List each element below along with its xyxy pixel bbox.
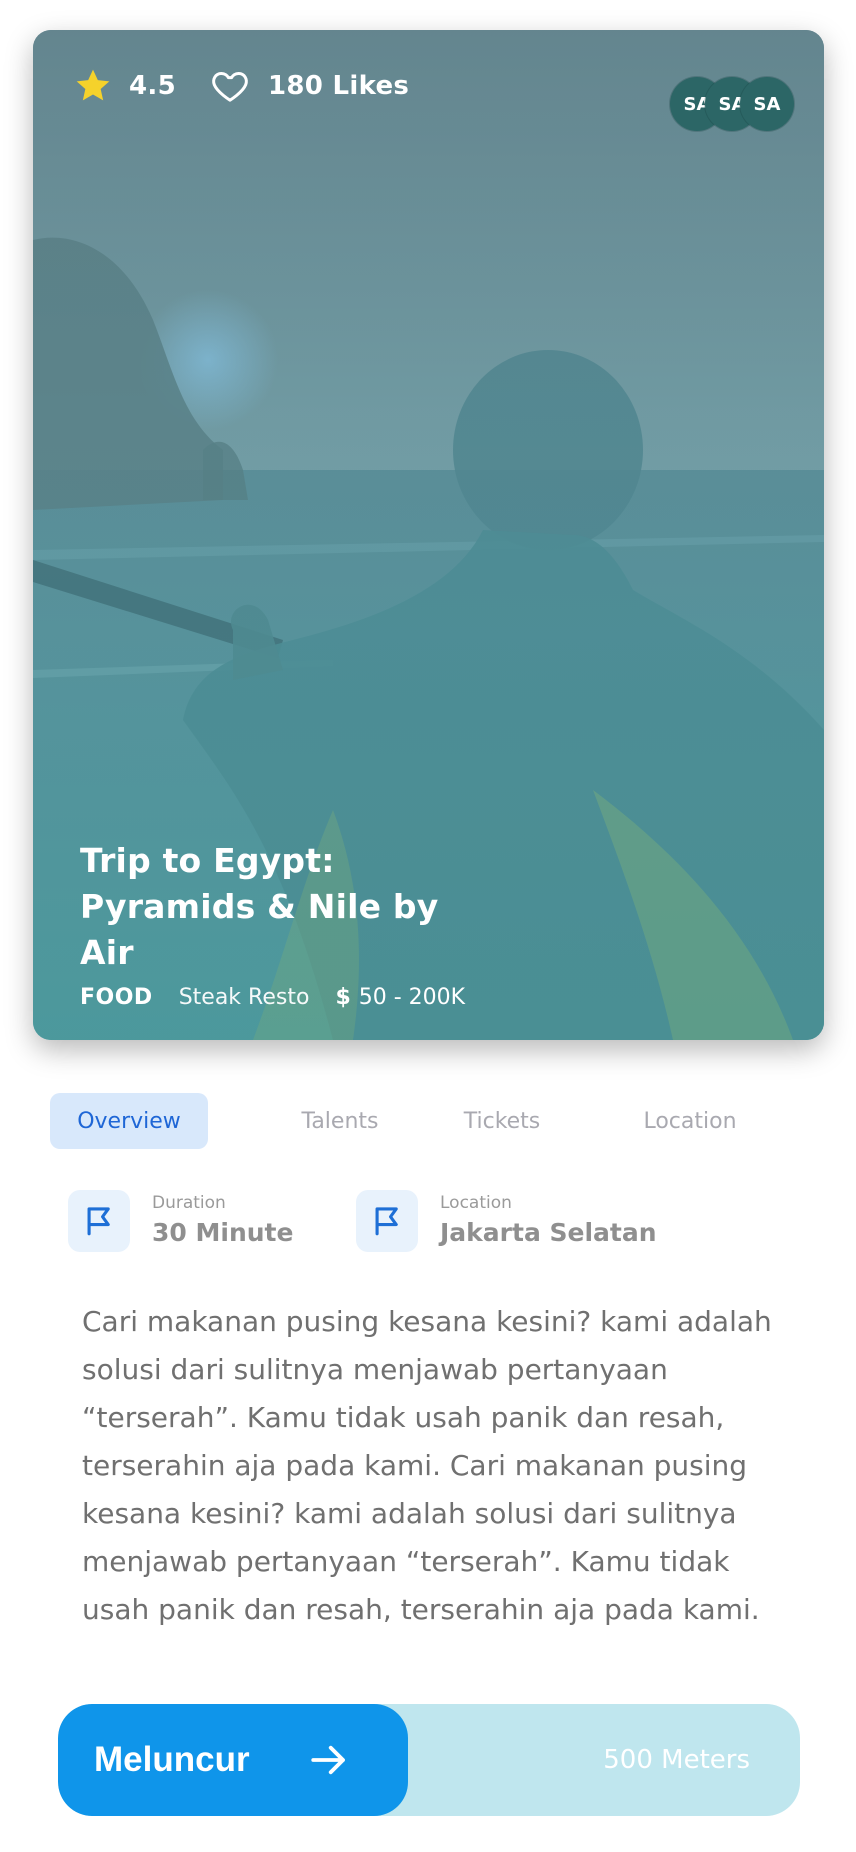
- flag-icon: [87, 1207, 110, 1236]
- tab-bar: Overview Talents Tickets Location: [50, 1093, 806, 1149]
- price-range: 50 - 200K: [358, 985, 466, 1010]
- hero-card[interactable]: 4.5 180 Likes SA SA SA Trip to Egypt: Py…: [33, 30, 824, 1040]
- place-name: Steak Resto: [178, 985, 310, 1010]
- hero-stats: 4.5 180 Likes: [73, 62, 409, 110]
- duration-icon-box: [68, 1190, 130, 1252]
- dollar-icon: $: [335, 985, 351, 1010]
- arrow-right-icon: [310, 1745, 345, 1775]
- tab-tickets[interactable]: Tickets: [450, 1093, 554, 1149]
- location-value: Jakarta Selatan: [440, 1218, 657, 1247]
- duration-info: Duration 30 Minute: [68, 1190, 293, 1252]
- tab-overview[interactable]: Overview: [50, 1093, 208, 1149]
- location-label: Location: [440, 1193, 512, 1213]
- duration-label: Duration: [152, 1193, 226, 1213]
- heart-icon[interactable]: [210, 66, 250, 106]
- avatar-stack[interactable]: SA SA SA: [670, 77, 794, 131]
- launch-button[interactable]: Meluncur: [58, 1704, 408, 1816]
- duration-value: 30 Minute: [152, 1218, 294, 1247]
- tab-talents[interactable]: Talents: [280, 1093, 400, 1149]
- location-icon-box: [356, 1190, 418, 1252]
- location-info: Location Jakarta Selatan: [356, 1190, 657, 1252]
- avatar[interactable]: SA: [740, 77, 794, 131]
- launch-slider[interactable]: Meluncur 500 Meters: [58, 1704, 800, 1816]
- likes-count: 180 Likes: [267, 71, 410, 101]
- trip-description: Cari makanan pusing kesana kesini? kami …: [82, 1305, 772, 1626]
- flag-icon: [375, 1207, 398, 1236]
- rating-value: 4.5: [129, 71, 176, 101]
- trip-title: Trip to Egypt: Pyramids & Nile by Air: [80, 841, 439, 972]
- tab-location[interactable]: Location: [620, 1093, 760, 1149]
- launch-label: Meluncur: [94, 1740, 250, 1779]
- star-icon: [76, 69, 110, 101]
- distance-label: 500 Meters: [603, 1745, 750, 1775]
- category-label: FOOD: [80, 985, 153, 1010]
- trip-meta: FOOD Steak Resto $ 50 - 200K: [80, 985, 465, 1010]
